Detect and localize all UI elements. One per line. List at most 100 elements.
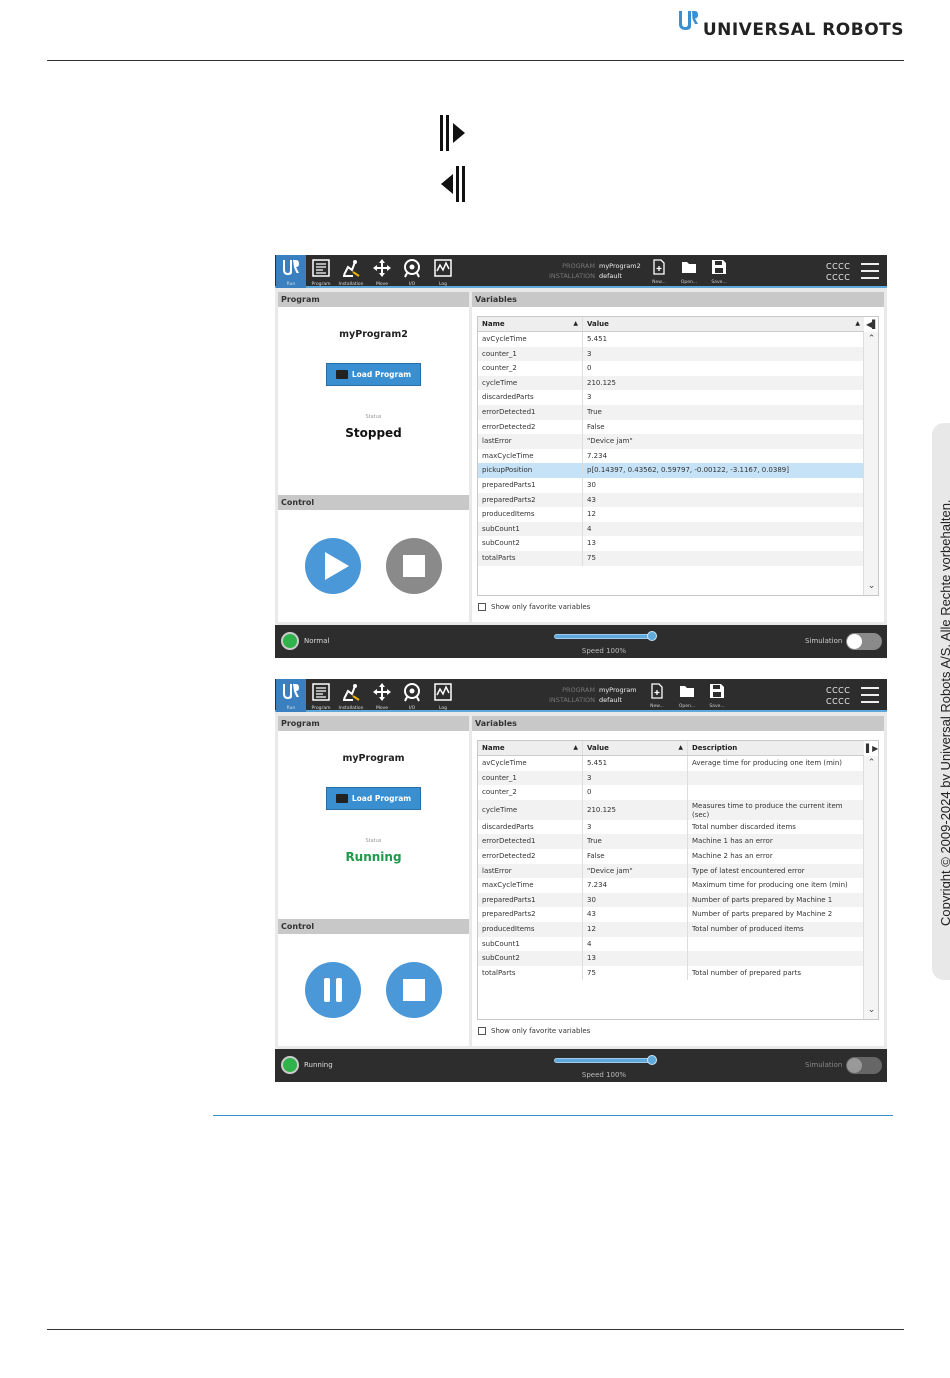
favorite-filter[interactable]: Show only favorite variables <box>478 1027 590 1035</box>
table-row[interactable]: cycleTime 210.125 Measures time to produce… <box>478 799 864 820</box>
table-row[interactable]: totalParts 75 Total number of prepared par… <box>478 965 864 981</box>
program-key: PROGRAM <box>562 262 595 270</box>
speed-slider-knob[interactable] <box>647 1055 657 1065</box>
variables-panel: Variables Name ▲ Value ▲ Description ▌▶ av… <box>472 716 884 1046</box>
hamburger-menu-icon[interactable] <box>861 263 879 279</box>
scrollbar[interactable]: ⌃ ⌄ <box>863 756 878 1019</box>
table-row[interactable]: preparedParts1 30 Number of parts prepared… <box>478 892 864 908</box>
favorite-checkbox[interactable] <box>478 1027 486 1035</box>
table-row[interactable]: discardedParts 3 <box>478 390 864 405</box>
robot-status-led[interactable] <box>281 632 299 650</box>
hamburger-menu-icon[interactable] <box>861 687 879 703</box>
run-tab-label: Run <box>286 706 296 711</box>
table-row[interactable]: counter_1 3 <box>478 346 864 362</box>
scroll-up-icon[interactable]: ⌃ <box>867 335 876 344</box>
variable-description: Total number of produced items <box>692 925 804 933</box>
expand-columns-icon[interactable]: ▌▶ <box>866 744 878 754</box>
table-row[interactable]: pickupPosition p[0.14397, 0.43562, 0.5979… <box>478 463 864 478</box>
robot-status-led[interactable] <box>281 1056 299 1074</box>
table-row[interactable]: subCount1 4 <box>478 521 864 537</box>
collapse-columns-icon[interactable]: ◀▌ <box>866 320 878 330</box>
table-row[interactable]: counter_1 3 <box>478 770 864 786</box>
scroll-down-icon[interactable]: ⌄ <box>867 1006 876 1015</box>
scroll-up-icon[interactable]: ⌃ <box>867 759 876 768</box>
table-row[interactable]: errorDetected1 True Machine 1 has an error <box>478 834 864 849</box>
installation-tab[interactable]: Installation <box>336 679 366 712</box>
speed-slider[interactable] <box>554 1058 654 1063</box>
open-button[interactable]: Open... <box>673 681 701 711</box>
run-tab[interactable]: Run <box>276 255 306 288</box>
io-tab[interactable]: I/O <box>397 679 427 712</box>
new-button[interactable]: New... <box>645 257 673 287</box>
status-value: Running <box>345 850 402 864</box>
name-column-header[interactable]: Name ▲ <box>478 317 583 331</box>
table-row[interactable]: avCycleTime 5.451 <box>478 332 864 347</box>
move-icon <box>373 259 391 277</box>
new-button[interactable]: New... <box>643 681 671 711</box>
status-label: Status <box>365 838 382 844</box>
program-tab[interactable]: Program <box>306 255 336 288</box>
table-row[interactable]: preparedParts1 30 <box>478 478 864 493</box>
program-tab[interactable]: Program <box>306 679 336 712</box>
save-button[interactable]: Save... <box>703 681 731 711</box>
load-program-button[interactable]: Load Program <box>326 363 421 386</box>
variable-value: 0 <box>583 785 688 800</box>
table-row[interactable]: counter_2 0 <box>478 785 864 800</box>
table-row[interactable]: errorDetected2 False Machine 2 has an erro… <box>478 849 864 864</box>
open-button[interactable]: Open... <box>675 257 703 287</box>
program-name: myProgram2 <box>339 329 408 340</box>
favorite-filter[interactable]: Show only favorite variables <box>478 603 590 611</box>
table-row[interactable]: maxCycleTime 7.234 <box>478 448 864 464</box>
top-toolbar: Run Program Installation Move I/O Log PR… <box>275 679 887 712</box>
scrollbar[interactable]: ⌃ ⌄ <box>863 332 878 595</box>
move-tab[interactable]: Move <box>367 679 397 712</box>
table-row[interactable]: preparedParts2 43 Number of parts prepared… <box>478 907 864 922</box>
new-label: New... <box>650 704 664 709</box>
load-program-button[interactable]: Load Program <box>326 787 421 810</box>
move-tab[interactable]: Move <box>367 255 397 288</box>
table-row[interactable]: counter_2 0 <box>478 361 864 376</box>
table-row[interactable]: preparedParts2 43 <box>478 492 864 508</box>
installation-value: default <box>599 696 622 704</box>
table-row[interactable]: cycleTime 210.125 <box>478 375 864 391</box>
scroll-down-icon[interactable]: ⌄ <box>867 582 876 591</box>
simulation-toggle[interactable] <box>846 1057 882 1074</box>
table-row[interactable]: subCount2 13 <box>478 536 864 551</box>
stop-button[interactable] <box>385 961 443 1019</box>
table-row[interactable]: errorDetected2 False <box>478 419 864 435</box>
pause-button[interactable] <box>304 961 362 1019</box>
log-tab[interactable]: Log <box>428 255 458 288</box>
folder-icon <box>335 370 348 379</box>
log-tab[interactable]: Log <box>428 679 458 712</box>
value-column-header[interactable]: Value ▲ <box>583 317 864 331</box>
play-button[interactable] <box>304 537 362 595</box>
variable-name: errorDetected2 <box>478 419 583 435</box>
program-panel-heading: Program <box>278 716 469 731</box>
run-tab[interactable]: Run <box>276 679 306 712</box>
table-row[interactable]: lastError "Device jam" <box>478 434 864 449</box>
installation-tab[interactable]: Installation <box>336 255 366 288</box>
simulation-toggle[interactable] <box>846 633 882 650</box>
table-row[interactable]: maxCycleTime 7.234 Maximum time for produc… <box>478 878 864 893</box>
table-row[interactable]: subCount2 13 <box>478 951 864 966</box>
table-row[interactable]: subCount1 4 <box>478 936 864 952</box>
table-row[interactable]: discardedParts 3 Total number discarded it… <box>478 819 864 835</box>
move-tab-label: Move <box>375 282 389 287</box>
speed-slider[interactable] <box>554 634 654 639</box>
name-column-header[interactable]: Name ▲ <box>478 741 583 755</box>
variable-description <box>688 937 864 952</box>
speed-slider-knob[interactable] <box>647 631 657 641</box>
favorite-checkbox[interactable] <box>478 603 486 611</box>
variable-value: 3 <box>583 770 688 786</box>
stop-button[interactable] <box>385 537 443 595</box>
table-row[interactable]: totalParts 75 <box>478 551 864 566</box>
value-column-header[interactable]: Value ▲ <box>583 741 688 755</box>
table-row[interactable]: errorDetected1 True <box>478 405 864 420</box>
description-column-header[interactable]: Description <box>688 741 864 755</box>
table-row[interactable]: lastError "Device jam" Type of latest enco… <box>478 863 864 879</box>
table-row[interactable]: avCycleTime 5.451 Average time for produci… <box>478 756 864 771</box>
table-row[interactable]: producedItems 12 <box>478 507 864 522</box>
table-row[interactable]: producedItems 12 Total number of produced … <box>478 922 864 937</box>
save-button[interactable]: Save... <box>705 257 733 287</box>
io-tab[interactable]: I/O <box>397 255 427 288</box>
